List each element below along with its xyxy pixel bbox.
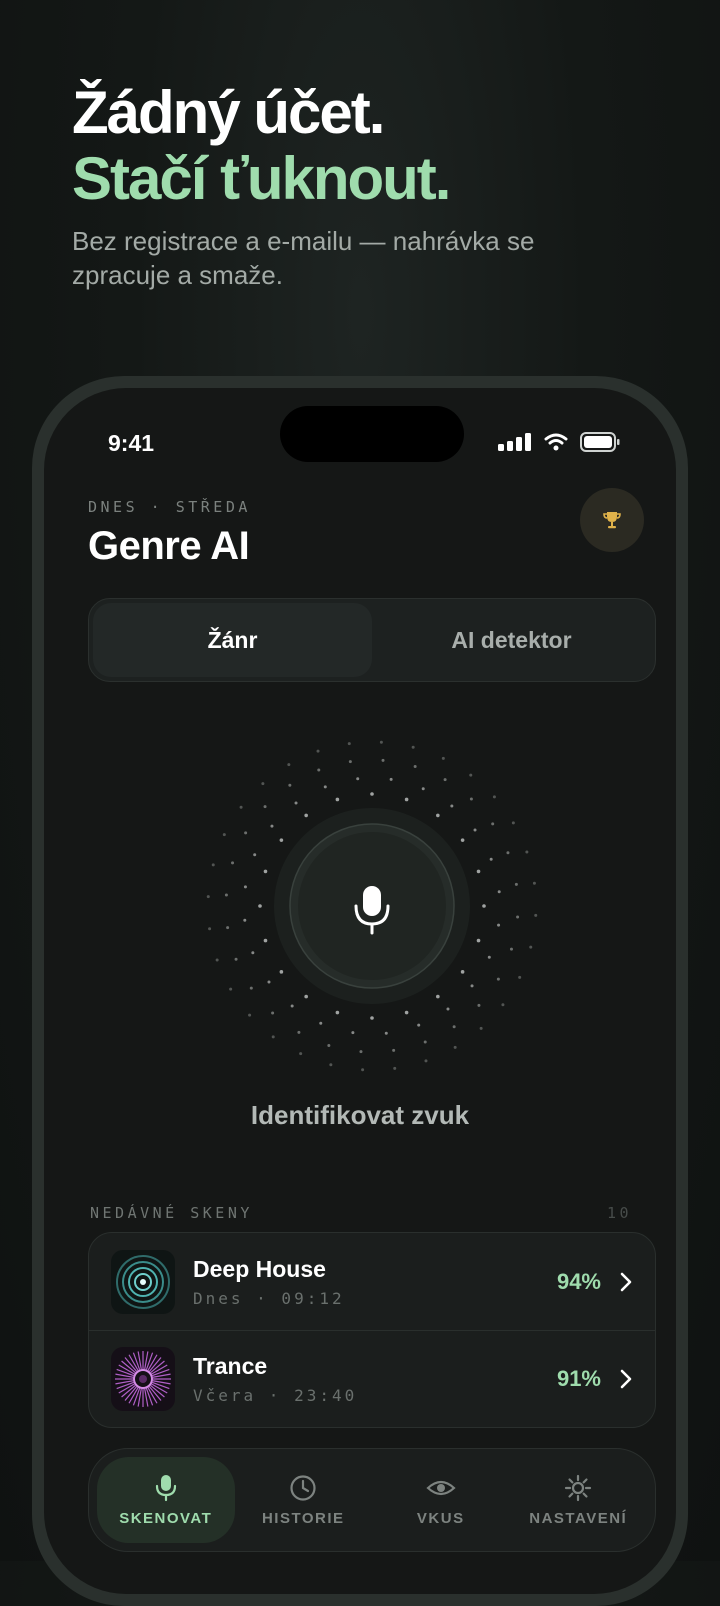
chevron-right-icon xyxy=(620,1272,632,1291)
chevron-right-icon xyxy=(620,1369,632,1389)
recent-scans-count: 10 xyxy=(606,1204,632,1222)
scan-time: Včera · 23:40 xyxy=(193,1386,358,1405)
genre-name: Deep House xyxy=(193,1255,326,1282)
page-title: Genre AI xyxy=(88,524,250,568)
segment-genre[interactable]: Žánr xyxy=(93,603,372,677)
scan-time: Dnes · 09:12 xyxy=(193,1288,345,1308)
promo-headline: Žádný účet. Stačí ťuknout. Bez registrac… xyxy=(72,80,672,292)
gear-icon xyxy=(565,1474,592,1501)
tab-taste[interactable]: VKUS xyxy=(372,1457,510,1543)
genre-artwork xyxy=(111,1347,175,1411)
genre-artwork xyxy=(111,1249,175,1314)
eye-icon xyxy=(426,1480,456,1495)
phone-screen: 9:41 DNES · STŘEDA Genre AI Žánr AI dete… xyxy=(44,388,676,1594)
recent-scans-title: NEDÁVNÉ SKENY xyxy=(90,1204,253,1222)
status-icons xyxy=(498,432,620,452)
list-item[interactable]: Deep House Dnes · 09:12 94% xyxy=(89,1233,655,1330)
tab-label: VKUS xyxy=(416,1509,465,1527)
list-item[interactable]: Trance Včera · 23:40 91% xyxy=(89,1330,655,1427)
tab-bar: SKENOVAT HISTORIE VKUS NASTAVENÍ xyxy=(88,1448,656,1552)
headline-line-2: Stačí ťuknout. xyxy=(72,145,451,212)
confidence-value: 91% xyxy=(556,1366,601,1391)
scan-button[interactable] xyxy=(192,726,552,1086)
dateline: DNES · STŘEDA xyxy=(88,498,251,516)
dynamic-island xyxy=(280,406,464,462)
mode-segmented-control: Žánr AI detektor xyxy=(88,598,656,682)
tab-history[interactable]: HISTORIE xyxy=(235,1457,373,1543)
microphone-icon xyxy=(155,1474,176,1501)
tab-label: NASTAVENÍ xyxy=(529,1509,628,1527)
tab-settings[interactable]: NASTAVENÍ xyxy=(510,1457,648,1543)
tab-label: SKENOVAT xyxy=(119,1509,213,1527)
recent-scans-header: NEDÁVNÉ SKENY 10 xyxy=(90,1204,632,1222)
wifi-icon xyxy=(544,433,568,451)
clock-icon xyxy=(290,1474,316,1501)
tab-scan[interactable]: SKENOVAT xyxy=(97,1457,235,1543)
trophy-icon xyxy=(603,512,621,529)
cellular-signal-icon xyxy=(498,433,531,451)
confidence-value: 94% xyxy=(556,1268,601,1294)
scan-label: Identifikovat zvuk xyxy=(250,1100,470,1130)
headline-line-1: Žádný účet. xyxy=(72,79,385,146)
segment-ai-detector[interactable]: AI detektor xyxy=(372,603,651,677)
tab-label: HISTORIE xyxy=(261,1509,345,1527)
recent-scans-list: Deep House Dnes · 09:12 94% Trance Včera… xyxy=(88,1232,656,1428)
trophy-button[interactable] xyxy=(580,488,644,552)
promo-subtitle: Bez registrace a e-mailu — nahrávka se z… xyxy=(72,226,535,290)
status-time: 9:41 xyxy=(108,430,155,456)
phone-frame: 9:41 DNES · STŘEDA Genre AI Žánr AI dete… xyxy=(32,376,688,1606)
genre-name: Trance xyxy=(193,1353,268,1379)
battery-icon xyxy=(580,432,620,452)
